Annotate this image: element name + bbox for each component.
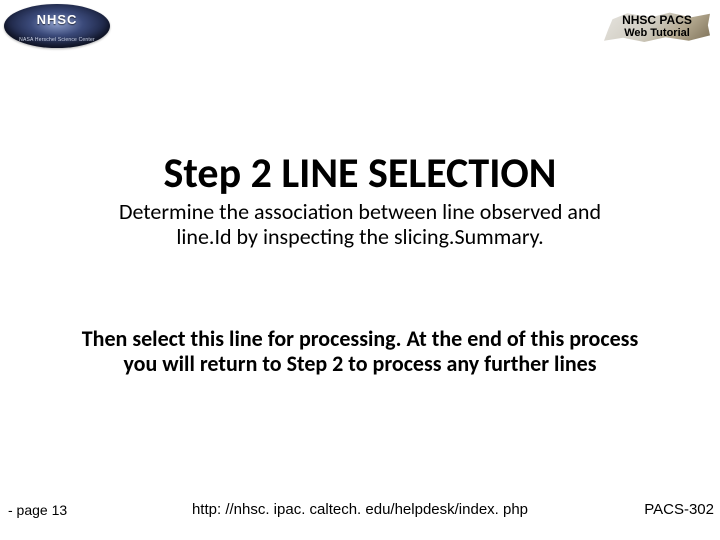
footer-code: PACS-302	[644, 501, 714, 518]
tutorial-badge: NHSC PACS Web Tutorial	[604, 12, 710, 42]
badge-line2: Web Tutorial	[604, 27, 710, 39]
logo-subtext: NASA Herschel Science Center	[4, 37, 110, 43]
slide-paragraph-1: Determine the association between line o…	[0, 200, 720, 249]
badge-text: NHSC PACS Web Tutorial	[604, 14, 710, 39]
nhsc-logo: NASA Herschel Science Center	[4, 4, 110, 48]
slide: NASA Herschel Science Center NHSC PACS W…	[0, 0, 720, 540]
slide-title: Step 2 LINE SELECTION	[0, 148, 720, 199]
slide-paragraph-2: Then select this line for processing. At…	[0, 326, 720, 377]
badge-line1: NHSC PACS	[604, 14, 710, 27]
footer-url: http: //nhsc. ipac. caltech. edu/helpdes…	[0, 501, 720, 518]
